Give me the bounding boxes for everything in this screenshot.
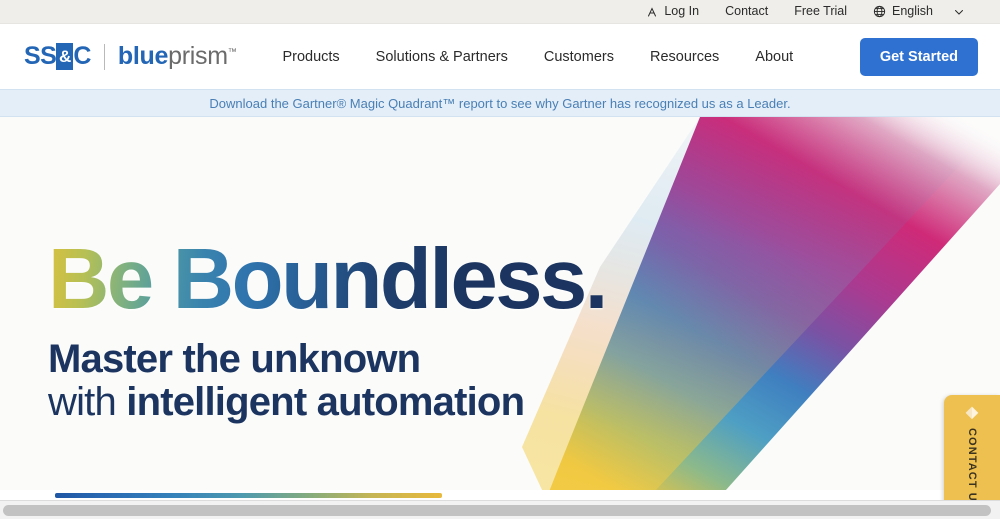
utility-item-free-trial[interactable]: Free Trial <box>781 5 860 18</box>
logo-blueprism: blueprism™ <box>118 42 237 71</box>
hero-subheadline-line2: with intelligent automation <box>48 381 606 424</box>
utility-item-login[interactable]: Log In <box>633 5 712 18</box>
hero-subheadline-intelligent-automation: intelligent automation <box>126 380 525 425</box>
hero-subheadline-with: with <box>48 380 127 425</box>
globe-icon <box>873 5 886 18</box>
scrollbar-thumb[interactable] <box>3 505 991 516</box>
logo-ssc-left: SS <box>24 42 57 70</box>
account-person-icon <box>646 6 658 18</box>
hero-progress-fill <box>55 493 442 498</box>
language-selector[interactable]: English <box>860 5 978 18</box>
utility-item-login-label: Log In <box>664 4 700 19</box>
logo-divider <box>103 43 105 70</box>
primary-nav: Products Solutions & Partners Customers … <box>264 49 811 65</box>
promo-banner-link[interactable]: Download the Gartner® Magic Quadrant™ re… <box>209 96 790 111</box>
nav-item-solutions-partners[interactable]: Solutions & Partners <box>358 49 526 65</box>
contact-us-tab-label: CONTACT US <box>966 427 978 510</box>
nav-item-resources[interactable]: Resources <box>632 49 737 65</box>
nav-item-about[interactable]: About <box>737 49 811 65</box>
diamond-icon <box>965 406 979 420</box>
hero-content: Be Boundless. Master the unknown with in… <box>48 232 608 424</box>
get-started-button[interactable]: Get Started <box>859 37 978 76</box>
logo-ampersand-box: & <box>56 43 74 70</box>
hero-section: Be Boundless. Master the unknown with in… <box>0 117 1000 519</box>
horizontal-scrollbar[interactable] <box>0 500 1000 519</box>
main-header: SS & C blueprism™ Products Solutions & Par… <box>0 24 1000 89</box>
promo-banner: Download the Gartner® Magic Quadrant™ re… <box>0 89 1000 117</box>
language-selector-label: English <box>892 4 933 19</box>
nav-item-products[interactable]: Products <box>264 49 357 65</box>
nav-item-customers[interactable]: Customers <box>526 49 632 65</box>
utility-bar: Log In Contact Free Trial English <box>0 0 1000 24</box>
logo-ssc-right: C <box>73 42 91 70</box>
logo-ssc: SS & C <box>24 42 91 71</box>
hero-subheadline-line1: Master the unknown <box>48 337 606 381</box>
logo-blue-word: blue <box>117 42 169 70</box>
chevron-down-icon[interactable] <box>953 6 965 18</box>
contact-us-tab[interactable]: CONTACT US <box>944 395 1000 510</box>
utility-item-contact[interactable]: Contact <box>712 5 781 18</box>
utility-item-contact-label: Contact <box>725 4 769 19</box>
hero-subheadline: Master the unknown with intelligent auto… <box>48 337 606 424</box>
hero-headline: Be Boundless. <box>48 232 608 327</box>
hero-subheadline-line1-text: Master the unknown <box>48 337 421 381</box>
hero-progress-track <box>0 490 1000 500</box>
utility-item-free-trial-label: Free Trial <box>794 4 847 19</box>
page-root: Log In Contact Free Trial English SS & C… <box>0 0 1000 519</box>
logo-trademark: ™ <box>227 46 237 57</box>
logo-prism-word: prism <box>168 42 228 70</box>
site-logo[interactable]: SS & C blueprism™ <box>24 42 237 71</box>
